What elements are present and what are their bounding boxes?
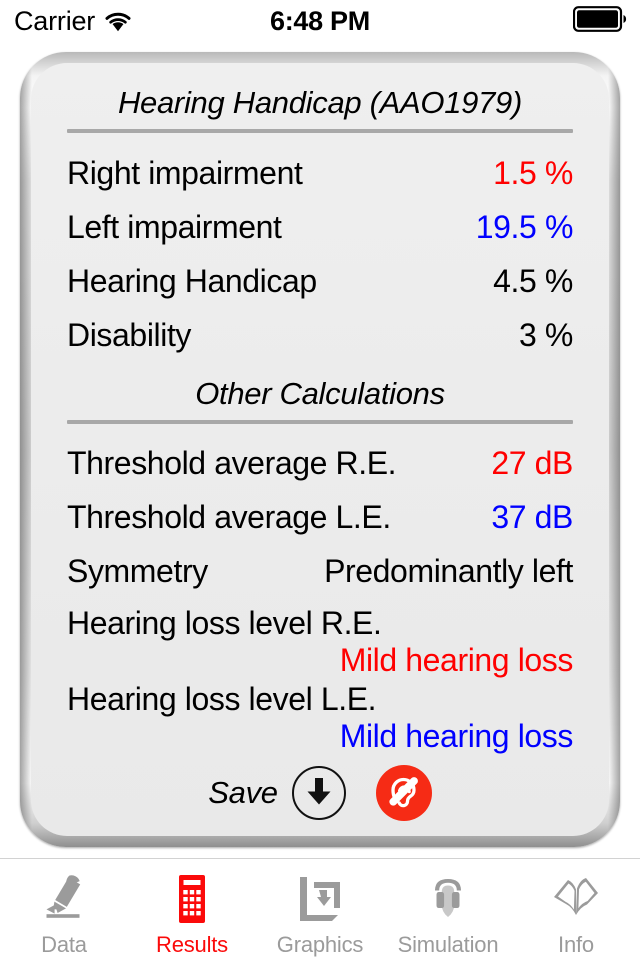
- table-row: Threshold average R.E. 27 dB: [67, 437, 573, 491]
- deaf-ear-icon: [380, 767, 428, 820]
- results-panel: Hearing Handicap (AAO1979) Right impairm…: [31, 63, 609, 836]
- table-row: Hearing loss level R.E. Mild hearing los…: [67, 599, 573, 679]
- row-label: Right impairment: [67, 155, 303, 191]
- hearing-handicap-section: Hearing Handicap (AAO1979) Right impairm…: [31, 63, 609, 363]
- table-row: Symmetry Predominantly left: [67, 545, 573, 599]
- other-calculations-rows: Threshold average R.E. 27 dB Threshold a…: [31, 424, 609, 755]
- battery-full-icon: [572, 5, 627, 37]
- row-value: 4.5 %: [493, 263, 573, 299]
- row-label: Threshold average R.E.: [67, 445, 397, 481]
- row-label: Threshold average L.E.: [67, 499, 391, 535]
- row-value: 37 dB: [491, 499, 573, 535]
- tab-label: Simulation: [397, 932, 499, 957]
- row-label: Left impairment: [67, 209, 282, 245]
- table-row: Hearing Handicap 4.5 %: [67, 255, 573, 309]
- row-value: Predominantly left: [324, 553, 573, 589]
- row-label: Disability: [67, 317, 192, 353]
- other-calculations-section: Other Calculations Threshold average R.E…: [31, 363, 609, 755]
- row-value: 19.5 %: [475, 209, 574, 245]
- status-bar: Carrier 6:48 PM: [0, 0, 640, 42]
- headphones-icon: [420, 870, 476, 928]
- tab-results[interactable]: Results: [128, 859, 256, 960]
- save-button[interactable]: [291, 766, 346, 820]
- table-row: Threshold average L.E. 37 dB: [67, 491, 573, 545]
- tab-label: Graphics: [276, 932, 364, 957]
- table-row: Hearing loss level L.E. Mild hearing los…: [67, 679, 573, 755]
- tab-simulation[interactable]: Simulation: [384, 859, 512, 960]
- row-label: Hearing loss level R.E.: [67, 605, 382, 641]
- calculator-icon: [164, 870, 220, 928]
- pencil-icon: [36, 870, 92, 928]
- crop-frame-icon: [292, 870, 348, 928]
- status-bar-right: [572, 5, 627, 37]
- table-row: Disability 3 %: [67, 309, 573, 363]
- table-row: Left impairment 19.5 %: [67, 201, 573, 255]
- tab-bar: Data Results Graphics Simulation Info: [0, 858, 640, 960]
- row-value: 27 dB: [491, 445, 573, 481]
- save-label: Save: [208, 775, 278, 810]
- hearing-handicap-rows: Right impairment 1.5 % Left impairment 1…: [31, 133, 609, 363]
- results-panel-bezel: Hearing Handicap (AAO1979) Right impairm…: [20, 52, 620, 847]
- clock-label: 6:48 PM: [270, 5, 370, 36]
- row-label: Hearing loss level L.E.: [67, 681, 377, 717]
- hearing-handicap-title: Hearing Handicap (AAO1979): [117, 85, 523, 120]
- row-label: Symmetry: [67, 553, 208, 589]
- panel-action-row: Save: [31, 765, 609, 821]
- row-value: 3 %: [519, 317, 573, 353]
- download-arrow-icon: [304, 775, 334, 812]
- tab-info[interactable]: Info: [512, 859, 640, 960]
- tab-data[interactable]: Data: [0, 859, 128, 960]
- other-calculations-title: Other Calculations: [195, 376, 445, 411]
- tab-label: Results: [156, 932, 228, 957]
- row-value: Mild hearing loss: [339, 642, 574, 678]
- tab-label: Info: [558, 932, 594, 957]
- tab-graphics[interactable]: Graphics: [256, 859, 384, 960]
- app-screen: Carrier 6:48 PM Hearing Handicap (AAO197…: [0, 0, 640, 960]
- table-row: Right impairment 1.5 %: [67, 147, 573, 201]
- row-value: 1.5 %: [493, 155, 573, 191]
- row-value: Mild hearing loss: [339, 718, 574, 754]
- row-label: Hearing Handicap: [67, 263, 317, 299]
- deaf-ear-badge[interactable]: [375, 765, 432, 821]
- tab-label: Data: [41, 932, 87, 957]
- open-book-icon: [548, 870, 604, 928]
